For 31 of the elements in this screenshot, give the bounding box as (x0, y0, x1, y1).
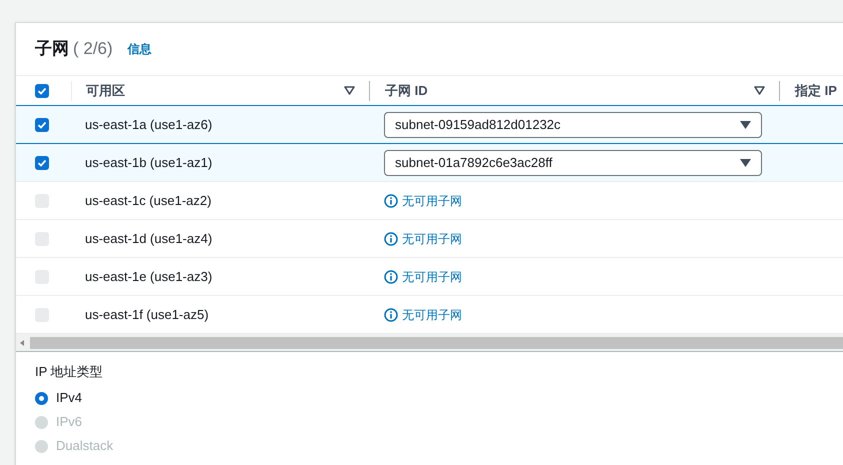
table-cell: us-east-1c (use1-az2) (85, 192, 212, 208)
sort-icon[interactable] (754, 86, 765, 95)
subnet-select[interactable]: subnet-01a7892c6e3ac28ff (384, 150, 762, 176)
table-row[interactable]: us-east-1b (use1-az1) subnet-01a7892c6e3ac28ff (16, 143, 843, 181)
table-cell: us-east-1b (use1-az1) (85, 154, 212, 170)
radio-button[interactable] (35, 392, 48, 404)
subnet-select[interactable]: subnet-09159ad812d01232c (384, 112, 762, 138)
info-icon (384, 194, 398, 208)
checkbox[interactable] (35, 156, 49, 170)
table-cell: us-east-1f (use1-az5) (85, 306, 209, 322)
horizontal-scrollbar[interactable] (16, 333, 843, 351)
sort-icon[interactable] (344, 86, 355, 95)
caret-icon (740, 158, 751, 166)
info-link[interactable]: 信息 (128, 40, 152, 58)
info-icon (384, 270, 398, 284)
table-cell: us-east-1e (use1-az3) (85, 268, 212, 284)
table-cell: us-east-1a (use1-az6) (85, 116, 212, 132)
field-label: IP 地址类型 (35, 363, 104, 381)
column-header[interactable]: 指定 IP (795, 80, 837, 100)
column-header[interactable]: 子网 ID (385, 80, 754, 100)
checkbox[interactable] (35, 118, 49, 132)
column-header[interactable]: 可用区 (86, 80, 344, 100)
table-cell: us-east-1d (use1-az4) (85, 230, 212, 246)
table-row[interactable]: us-east-1a (use1-az6) subnet-09159ad812d01232c (16, 105, 843, 143)
caret-icon (740, 120, 751, 128)
radio-label[interactable]: IPv4 (56, 388, 82, 408)
checkbox[interactable] (35, 84, 49, 98)
info-icon (384, 308, 398, 322)
info-icon (384, 232, 398, 246)
subnet-count: ( 2/6) (73, 38, 113, 60)
panel-title: 子网 (35, 38, 69, 60)
